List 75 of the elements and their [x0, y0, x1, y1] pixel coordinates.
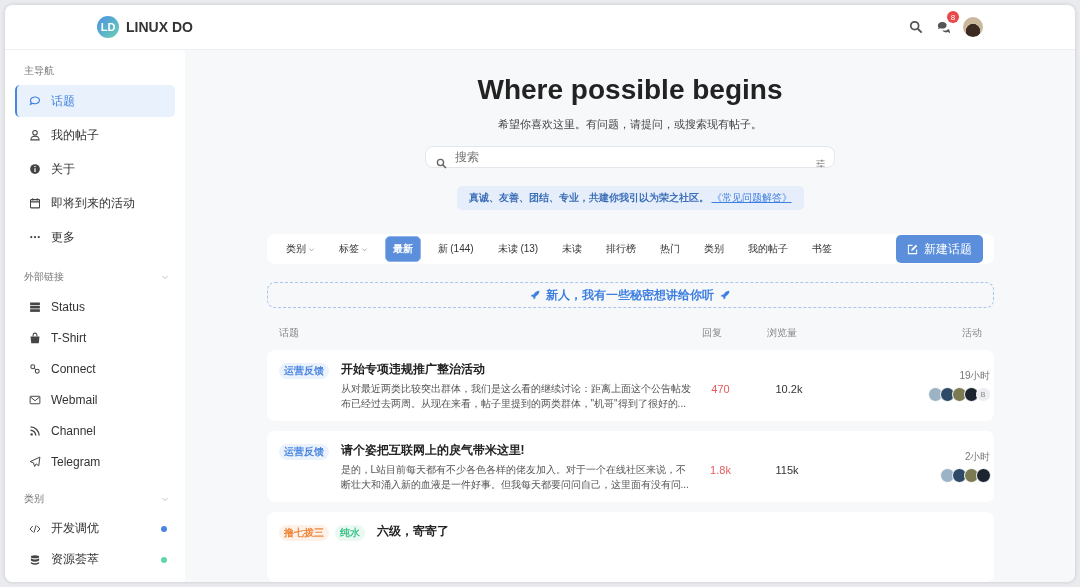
- link-icon: [29, 362, 41, 375]
- activity-time: 19小时: [959, 369, 991, 383]
- rocket-icon: [720, 290, 730, 301]
- sidebar-item[interactable]: Webmail: [15, 384, 175, 415]
- view-count: 115k: [775, 464, 799, 476]
- nav-tab[interactable]: 类别: [697, 237, 732, 262]
- sidebar-item[interactable]: 话题: [15, 85, 175, 117]
- sidebar-item[interactable]: 关于: [15, 153, 175, 185]
- site-name[interactable]: LINUX DO: [126, 19, 193, 35]
- sidebar-item[interactable]: 我的帖子: [15, 119, 175, 151]
- nav-tab[interactable]: 热门: [653, 237, 688, 262]
- nav-tab[interactable]: 我的帖子: [741, 237, 796, 262]
- user-avatar[interactable]: [963, 17, 983, 37]
- nav-tab[interactable]: 排行榜: [599, 237, 644, 262]
- reply-count: 1.8k: [710, 464, 731, 476]
- activity-time: 2小时: [964, 450, 991, 464]
- newcomer-banner[interactable]: 新人，我有一些秘密想讲给你听: [266, 282, 994, 308]
- sidebar-item[interactable]: 开发调优: [15, 513, 175, 544]
- envelope-icon: [29, 393, 41, 406]
- code-icon: [29, 522, 41, 535]
- caret-icon: [307, 245, 315, 253]
- column-header: 活动: [960, 326, 982, 340]
- edit-icon: [906, 243, 918, 255]
- shopping-bag-icon: [29, 331, 41, 344]
- section-heading: 类别: [24, 492, 44, 506]
- faq-link[interactable]: 《常见问题解答》: [711, 190, 792, 205]
- notice-text: 真诚、友善、团结、专业，共建你我引以为荣之社区。: [468, 190, 709, 205]
- paper-plane-icon: [29, 455, 41, 468]
- sidebar-item[interactable]: Status: [15, 291, 175, 322]
- poster-avatar[interactable]: [927, 387, 943, 402]
- chat-icon: [937, 20, 951, 34]
- server-icon: [29, 300, 41, 313]
- search-icon: [909, 20, 923, 34]
- nav-tab[interactable]: 未读: [555, 237, 590, 262]
- sidebar-item[interactable]: Channel: [15, 415, 175, 446]
- chat-bubbles-icon: [29, 95, 41, 107]
- topic-title[interactable]: 六级，寄寄了: [376, 522, 449, 540]
- welcome-text: 希望你喜欢这里。有问题，请提问，或搜索现有帖子。: [498, 117, 762, 132]
- sidebar-item[interactable]: T-Shirt: [15, 322, 175, 353]
- search-field[interactable]: 搜索: [425, 146, 835, 168]
- sidebar-item[interactable]: Connect: [15, 353, 175, 384]
- nav-tab[interactable]: 未读 (13): [490, 237, 546, 262]
- page-heading: Where possible begins: [477, 74, 783, 106]
- sidebar-item[interactable]: 即将到来的活动: [15, 187, 175, 219]
- topic-excerpt: 是的，L站目前每天都有不少各色各样的佬友加入。对于一个在线社区来说，不断壮大和涌入新的血液是一件好事。但我每天都要问问自己，这里面有没有问...: [340, 463, 690, 492]
- newcomer-text: 新人，我有一些秘密想讲给你听: [546, 286, 714, 304]
- view-count: 10.2k: [775, 383, 803, 395]
- database-icon: [29, 553, 41, 566]
- topic-excerpt: 从对最近两类比较突出群体，我们是这么看的继续讨论：距离上面这个公告帖发布已经过去两周。从现在来看，帖子里提到的两类群体，"机哥"得到了很好的...: [340, 382, 691, 411]
- dropdown[interactable]: 标签: [331, 237, 375, 262]
- topic-title[interactable]: 请个姿把互联网上的戾气带米这里!: [340, 441, 691, 459]
- sidebar-item[interactable]: 更多: [15, 221, 175, 253]
- reply-count: 470: [711, 383, 730, 395]
- column-header: 回复: [700, 326, 723, 340]
- search-button[interactable]: [907, 18, 925, 36]
- calendar-icon: [29, 197, 41, 209]
- poster-avatar[interactable]: [975, 468, 991, 483]
- sidebar-item[interactable]: 资源荟萃: [15, 544, 175, 575]
- dropdown[interactable]: 类别: [278, 237, 322, 262]
- rss-icon: [29, 424, 41, 437]
- column-header: 浏览量: [765, 326, 798, 340]
- topic-title[interactable]: 开始专项违规推广整治活动: [340, 360, 691, 378]
- poster-avatar[interactable]: [939, 468, 955, 483]
- user-icon: [29, 129, 41, 141]
- column-header: 话题: [278, 326, 300, 340]
- filter-sliders-icon: [815, 158, 826, 169]
- section-heading: 主导航: [24, 64, 54, 78]
- notification-badge: 8: [947, 11, 959, 23]
- nav-tab[interactable]: 新 (144): [430, 237, 481, 262]
- caret-icon: [360, 245, 368, 253]
- nav-tab[interactable]: 书签: [805, 237, 840, 262]
- sidebar-item[interactable]: Telegram: [15, 446, 175, 477]
- rocket-icon: [530, 290, 540, 301]
- section-heading: 外部链接: [24, 270, 64, 284]
- info-icon: [29, 163, 41, 175]
